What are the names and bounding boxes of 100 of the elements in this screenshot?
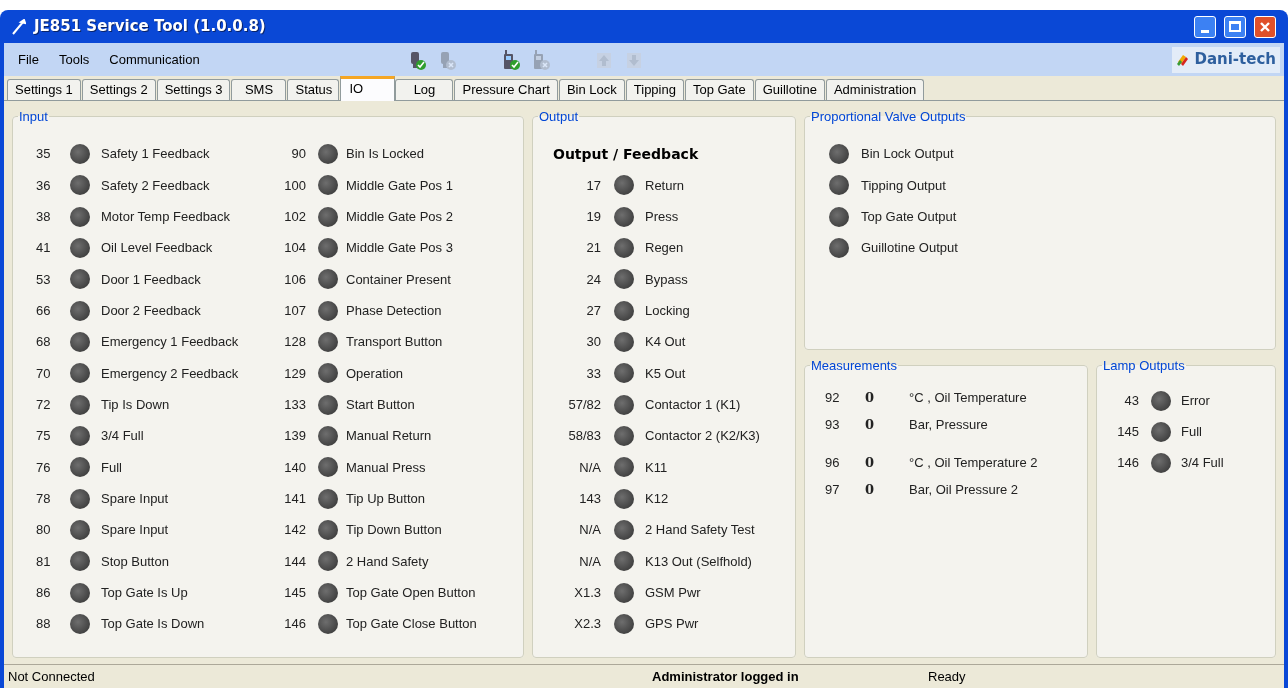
ready-status: Ready (928, 667, 966, 686)
measurement-value: 0 (864, 480, 876, 499)
input-number: 102 (283, 208, 306, 227)
input-label: Emergency 2 Feedback (101, 364, 239, 383)
input-label: Spare Input (101, 521, 169, 540)
tab[interactable]: Top Gate (684, 79, 754, 100)
input-number: 53 (35, 270, 52, 289)
input-number: 86 (35, 584, 52, 602)
lamp-label: 3/4 Full (1181, 454, 1224, 473)
group-title: Output (538, 108, 580, 126)
input-label: Container Present (346, 270, 451, 289)
input-label: Safety 1 Feedback (101, 145, 210, 164)
group-title: Proportional Valve Outputs (810, 108, 967, 126)
input-number: 78 (35, 490, 52, 508)
tab[interactable]: IO (340, 76, 396, 101)
input-number: 129 (283, 364, 306, 383)
output-label: Contactor 1 (K1) (645, 396, 741, 415)
menu-item[interactable]: Communication (99, 45, 210, 74)
group-title: Lamp Outputs (1102, 357, 1186, 375)
window-title: JE851 Service Tool (1.0.0.8) (34, 16, 266, 38)
tab[interactable]: Settings 3 (156, 79, 231, 100)
output-number: 27 (585, 302, 601, 321)
output-number: N/A (578, 552, 601, 571)
measurement-unit: °C , Oil Temperature 2 (909, 453, 1038, 472)
input-number: 140 (283, 458, 306, 477)
input-label: Middle Gate Pos 2 (346, 208, 453, 227)
tab[interactable]: Settings 1 (7, 79, 81, 100)
tab[interactable]: Pressure Chart (454, 79, 558, 100)
output-label: Guillotine Output (861, 239, 958, 258)
input-label: Spare Input (101, 490, 169, 508)
input-number: 36 (35, 176, 52, 195)
input-number: 144 (283, 552, 306, 571)
input-label: Safety 2 Feedback (101, 176, 210, 195)
input-label: 3/4 Full (101, 427, 144, 446)
output-number: 143 (578, 490, 601, 508)
output-number: 19 (585, 208, 601, 227)
input-label: Top Gate Close Button (346, 615, 477, 634)
output-number: X1.3 (573, 584, 601, 602)
output-number: N/A (578, 521, 601, 540)
output-label: K11 (645, 458, 668, 477)
tab[interactable]: Tipping (625, 79, 684, 100)
menu-item[interactable]: Tools (48, 45, 100, 74)
input-label: Motor Temp Feedback (101, 208, 231, 227)
input-number: 141 (283, 490, 306, 508)
input-number: 81 (35, 552, 52, 571)
menu-item[interactable]: File (8, 45, 49, 74)
input-label: Manual Press (346, 458, 426, 477)
measurement-unit: Bar, Oil Pressure 2 (909, 480, 1019, 499)
column-heading: Output / Feedback (553, 144, 699, 164)
input-label: Operation (346, 364, 404, 383)
group-title: Input (18, 108, 49, 126)
output-number: 21 (585, 239, 601, 258)
output-label: K12 (645, 490, 669, 508)
input-number: 72 (35, 396, 52, 415)
measurement-number: 92 (824, 388, 841, 407)
input-number: 133 (283, 396, 306, 415)
output-number: 33 (585, 364, 601, 383)
output-label: 2 Hand Safety Test (645, 521, 755, 540)
input-label: Top Gate Open Button (346, 584, 476, 602)
input-label: Bin Is Locked (346, 145, 425, 164)
input-number: 35 (35, 145, 52, 164)
output-number: 30 (585, 333, 601, 352)
input-number: 41 (35, 239, 52, 258)
input-number: 88 (35, 615, 52, 634)
measurement-value: 0 (864, 388, 876, 407)
tab[interactable]: Status (287, 79, 340, 100)
output-label: Top Gate Output (861, 208, 957, 227)
output-label: K13 Out (Selfhold) (645, 552, 752, 571)
tab[interactable]: Log (395, 79, 454, 100)
input-label: Tip Down Button (346, 521, 442, 540)
input-label: Middle Gate Pos 1 (346, 176, 453, 195)
input-label: Tip Is Down (101, 396, 170, 415)
lamp-label: Error (1181, 392, 1210, 411)
measurement-value: 0 (864, 415, 876, 434)
tab[interactable]: Administration (825, 79, 925, 100)
minimize-button[interactable] (1194, 15, 1216, 38)
tab[interactable]: Bin Lock (558, 79, 625, 100)
maximize-button[interactable] (1224, 15, 1246, 38)
tab[interactable]: SMS (231, 79, 287, 100)
output-label: GSM Pwr (645, 584, 701, 602)
logo-icon (1176, 52, 1191, 67)
input-number: 38 (35, 208, 52, 227)
input-label: Manual Return (346, 427, 432, 446)
lamp-label: Full (1181, 423, 1202, 442)
input-label: Door 1 Feedback (101, 270, 201, 289)
input-label: Transport Button (346, 333, 443, 352)
tab[interactable]: Guillotine (754, 79, 825, 100)
input-label: Full (101, 458, 122, 477)
output-number: 57/82 (567, 396, 601, 415)
measurement-number: 97 (824, 480, 841, 499)
user-status: Administrator logged in (652, 667, 800, 686)
input-label: Top Gate Is Up (101, 584, 188, 602)
output-label: Press (645, 208, 679, 227)
output-number: 24 (585, 270, 601, 289)
tab[interactable]: Settings 2 (81, 79, 156, 100)
input-label: Phase Detection (346, 302, 442, 321)
close-button[interactable] (1254, 15, 1276, 38)
input-number: 66 (35, 302, 52, 321)
input-number: 100 (283, 176, 306, 195)
input-label: Tip Up Button (346, 490, 425, 508)
